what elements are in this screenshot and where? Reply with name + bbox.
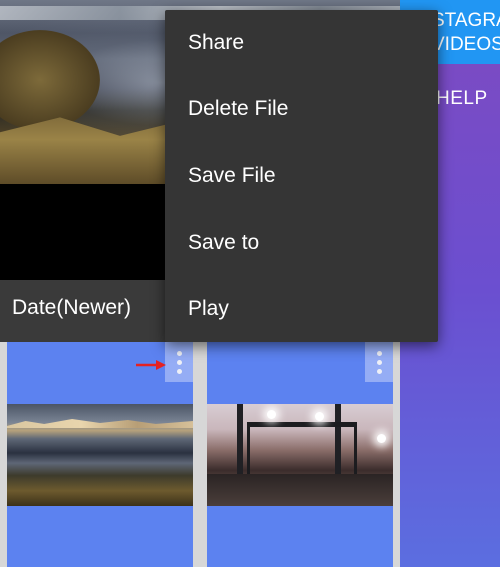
stage-light	[267, 410, 276, 419]
video-thumbnail-lake[interactable]	[7, 404, 193, 506]
stage-light	[377, 434, 386, 443]
more-vert-icon[interactable]	[165, 342, 193, 382]
instagram-videos-label: STAGRA VIDEOS	[432, 10, 500, 55]
preview-grass-left	[0, 30, 100, 130]
menu-item-save-file[interactable]: Save File	[165, 143, 438, 209]
help-button[interactable]: HELP	[436, 88, 488, 110]
concert-crowd	[207, 474, 393, 506]
thumbnail-mountains	[7, 419, 193, 428]
video-thumbnail-concert[interactable]	[207, 404, 393, 506]
menu-item-play[interactable]: Play	[165, 276, 438, 342]
menu-item-delete-file[interactable]: Delete File	[165, 76, 438, 142]
menu-item-share[interactable]: Share	[165, 10, 438, 76]
annotation-arrow-icon	[136, 360, 166, 370]
more-vert-icon[interactable]	[365, 342, 393, 382]
stage-truss	[247, 422, 357, 477]
context-menu: Share Delete File Save File Save to Play	[165, 10, 438, 342]
menu-item-save-to[interactable]: Save to	[165, 210, 438, 276]
stage-light	[315, 412, 324, 421]
sort-dropdown[interactable]: Date(Newer)	[12, 296, 131, 320]
